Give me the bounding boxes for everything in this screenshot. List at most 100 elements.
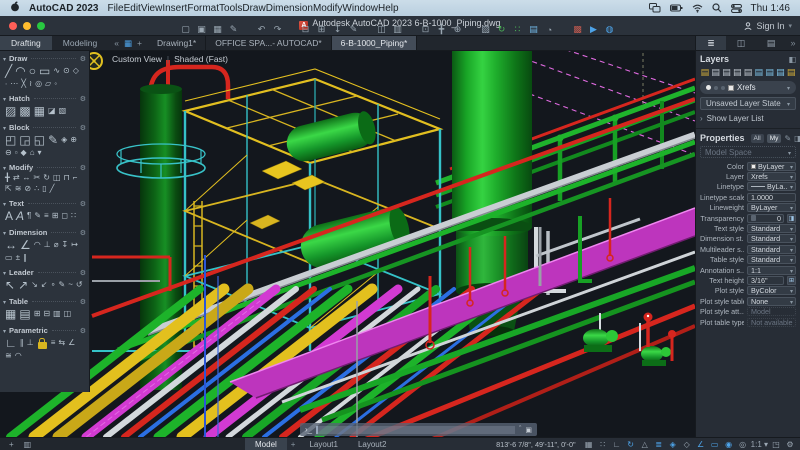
coincident-icon[interactable]: ∟ — [5, 336, 17, 350]
table-export-icon[interactable]: ◫ — [64, 309, 72, 319]
isometric-drafting-icon[interactable]: △ — [639, 440, 651, 449]
freeze-layer-icon[interactable]: ▤ — [754, 67, 764, 78]
collapse-caret-icon[interactable] — [3, 297, 6, 306]
color-book-icon[interactable]: ▩ — [572, 24, 583, 35]
offset-icon[interactable]: ⊓ — [64, 173, 70, 183]
tool-set-tab[interactable]: Drafting — [0, 36, 52, 50]
paragraph-icon[interactable]: ¶ — [27, 211, 31, 221]
menu-item[interactable]: Help — [378, 3, 399, 14]
command-line-bar[interactable]: ›_ ˆ ▣ — [300, 423, 537, 436]
collapse-caret-icon[interactable] — [3, 163, 6, 172]
base-point-icon[interactable]: ▫ — [15, 148, 18, 158]
mirror-icon[interactable]: ◫ — [53, 173, 61, 183]
share-icon[interactable]: ▶ — [588, 24, 599, 35]
command-badge-icon[interactable]: ▣ — [525, 426, 532, 434]
view-control[interactable]: Custom View — [112, 54, 162, 64]
section-label[interactable]: Parametric — [9, 326, 48, 335]
property-value-field[interactable]: ByLa... — [747, 182, 796, 192]
workspace-icon[interactable]: ◳ — [770, 440, 782, 449]
battery-icon[interactable] — [669, 4, 683, 12]
new-drawing-tab-button[interactable]: + — [137, 38, 142, 48]
save-as-icon[interactable]: ✎ — [228, 24, 239, 35]
layout-icon[interactable]: ◫ — [376, 24, 387, 35]
attribute-icon[interactable]: ◈ — [61, 135, 67, 145]
displays-icon[interactable] — [648, 3, 661, 13]
layer-states-icon[interactable]: ▤ — [732, 67, 742, 78]
table-icon[interactable]: ▦ — [5, 307, 16, 321]
property-value-field[interactable]: 0 — [747, 213, 784, 223]
edit-properties-icon[interactable]: ✎ — [784, 134, 791, 143]
block-menu-icon[interactable]: ▾ — [38, 148, 42, 158]
rectangle-icon[interactable]: ▭ — [39, 64, 50, 78]
tab-layers-icon[interactable]: ≣ — [696, 36, 726, 50]
property-value-field[interactable]: 3/16" — [747, 275, 784, 285]
space-selector[interactable]: Model Space — [700, 146, 796, 158]
table-style-icon[interactable]: ▥ — [53, 309, 61, 319]
app-menu-title[interactable]: AutoCAD 2023 — [29, 3, 98, 14]
break-icon[interactable]: ╱ — [50, 184, 55, 194]
open-file-icon[interactable]: ▣ — [196, 24, 207, 35]
property-value-field[interactable]: Standard — [747, 234, 796, 244]
tangent-icon[interactable]: ◠ — [15, 351, 22, 361]
justify-icon[interactable]: ≡ — [44, 211, 49, 221]
polar-tracking-icon[interactable]: ↻ — [625, 440, 637, 449]
ordinate-dim-icon[interactable]: ⊥ — [44, 240, 51, 250]
layout-tab[interactable]: Layout1 — [299, 438, 347, 450]
collapse-caret-icon[interactable] — [3, 123, 6, 132]
menu-clock[interactable]: Thu 1:46 — [751, 3, 790, 14]
menu-item[interactable]: Window — [342, 3, 378, 14]
property-value-field[interactable]: Xrefs — [747, 172, 796, 182]
layer-lock-icon[interactable] — [721, 85, 725, 90]
grid-icon[interactable]: ▦ — [583, 440, 595, 449]
panel-overflow-icon[interactable]: » — [786, 36, 800, 50]
add-layout-button[interactable]: + — [287, 438, 300, 450]
named-views-icon[interactable]: ▥ — [392, 24, 403, 35]
menu-item[interactable]: Modify — [313, 3, 342, 14]
section-gear-icon[interactable] — [80, 199, 86, 208]
scale-icon[interactable]: ⇱ — [5, 184, 12, 194]
horizontal-icon[interactable]: ≡ — [51, 338, 56, 348]
spline-icon[interactable]: ∿ — [53, 66, 60, 76]
single-text-icon[interactable]: A — [16, 209, 24, 223]
property-value-field[interactable]: Not available — [747, 317, 796, 327]
annotation-autoscale-icon[interactable]: ◎ — [737, 440, 749, 449]
control-center-icon[interactable] — [730, 3, 742, 13]
diameter-dim-icon[interactable]: ⌀ — [54, 240, 59, 250]
menu-item[interactable]: Draw — [242, 3, 265, 14]
continue-dim-icon[interactable]: ↦ — [71, 240, 78, 250]
remove-leader-icon[interactable]: ↙ — [41, 280, 48, 290]
drawing-viewport[interactable]: Custom View | Shaded (Fast) ›_ ˆ ▣ — [0, 51, 695, 437]
dim-style-icon[interactable]: ∥ — [23, 253, 27, 263]
section-gear-icon[interactable] — [80, 163, 86, 172]
region-icon[interactable]: ▱ — [45, 79, 51, 89]
redraw-icon[interactable]: ↻ — [496, 24, 507, 35]
3d-object-snap-icon[interactable]: ◇ — [681, 440, 693, 449]
equal-icon[interactable]: ≅ — [5, 351, 12, 361]
menu-item[interactable]: View — [141, 3, 163, 14]
point-icon[interactable]: ∙ — [5, 79, 7, 89]
collapse-tabs-icon[interactable]: « — [114, 38, 119, 48]
section-label[interactable]: Leader — [9, 268, 34, 277]
tab-sheets-icon[interactable]: ▤ — [756, 36, 786, 50]
baseline-dim-icon[interactable]: ↧ — [62, 240, 69, 250]
collapse-caret-icon[interactable] — [3, 228, 6, 237]
menu-item[interactable]: Edit — [124, 3, 141, 14]
property-value-field[interactable]: Standard — [747, 255, 796, 265]
section-label[interactable]: Table — [9, 297, 28, 306]
panel-undock-icon[interactable]: ◧ — [788, 55, 796, 64]
redo-icon[interactable]: ↷ — [272, 24, 283, 35]
tab-blocks-icon[interactable]: ◫ — [726, 36, 756, 50]
remove-attr-icon[interactable]: ⊖ — [5, 148, 12, 158]
leader-undo-icon[interactable]: ↺ — [76, 280, 83, 290]
mtext-icon[interactable]: A — [5, 209, 13, 223]
slider-thumb[interactable] — [751, 215, 756, 222]
angular-dim-icon[interactable]: ∠ — [20, 238, 31, 252]
gradient-icon[interactable]: ▩ — [19, 104, 30, 118]
delete-layer-icon[interactable]: ▤ — [722, 67, 732, 78]
menu-item[interactable]: Insert — [162, 3, 187, 14]
parallel-icon[interactable]: ∥ — [20, 338, 24, 348]
property-value-field[interactable]: None — [747, 296, 796, 306]
insert-row-icon[interactable]: ⊞ — [34, 309, 41, 319]
section-gear-icon[interactable] — [80, 54, 86, 63]
new-layer-icon[interactable]: ▤ — [700, 67, 710, 78]
